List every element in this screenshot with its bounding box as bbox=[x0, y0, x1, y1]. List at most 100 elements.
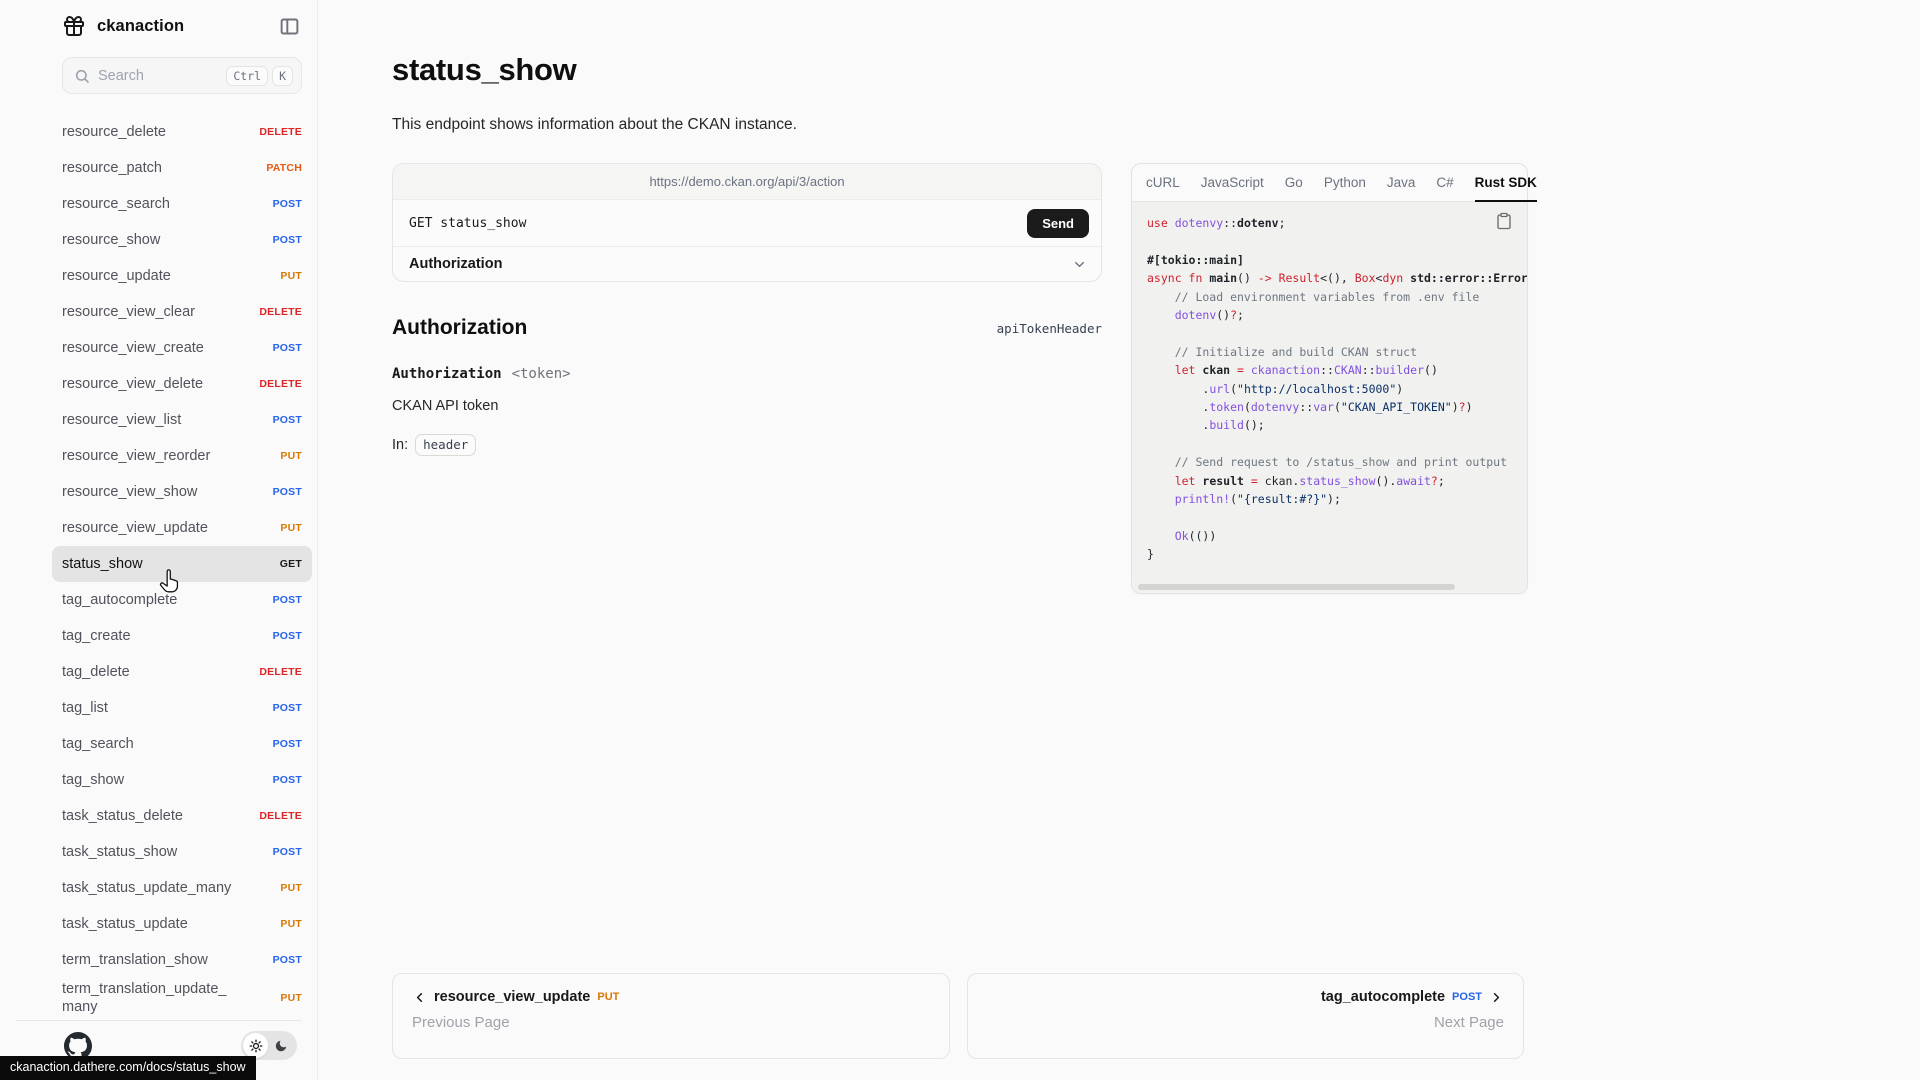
code-line: .token(dotenvy::var("CKAN_API_TOKEN")?) bbox=[1147, 398, 1527, 416]
method-badge: GET bbox=[280, 558, 302, 570]
tab-go[interactable]: Go bbox=[1285, 164, 1303, 201]
sidebar-item-tag_autocomplete[interactable]: tag_autocomplete POST bbox=[52, 582, 312, 618]
method-badge: POST bbox=[273, 342, 302, 354]
next-page-card[interactable]: tag_autocomplete POST Next Page bbox=[967, 973, 1524, 1059]
method-badge: POST bbox=[273, 198, 302, 210]
method-badge: DELETE bbox=[259, 666, 302, 678]
code-line: println!("{result:#?}"); bbox=[1147, 490, 1527, 508]
auth-in-row: In: header bbox=[392, 434, 476, 456]
previous-page-label: Previous Page bbox=[412, 1014, 930, 1031]
code-line: // Load environment variables from .env … bbox=[1147, 288, 1527, 306]
sidebar-item-resource_view_clear[interactable]: resource_view_clear DELETE bbox=[52, 294, 312, 330]
horizontal-scrollbar[interactable] bbox=[1138, 584, 1455, 590]
method-badge: POST bbox=[273, 774, 302, 786]
tab-python[interactable]: Python bbox=[1324, 164, 1366, 201]
sidebar-item-resource_patch[interactable]: resource_patch PATCH bbox=[52, 150, 312, 186]
method-badge: POST bbox=[273, 630, 302, 642]
authorization-heading: Authorization bbox=[392, 316, 527, 340]
method-badge: DELETE bbox=[259, 810, 302, 822]
sidebar-item-resource_view_delete[interactable]: resource_view_delete DELETE bbox=[52, 366, 312, 402]
chevron-right-icon bbox=[1489, 990, 1504, 1005]
page-description: This endpoint shows information about th… bbox=[392, 116, 797, 134]
request-row: GET status_show Send bbox=[393, 200, 1101, 247]
api-playground: https://demo.ckan.org/api/3/action GET s… bbox=[392, 163, 1102, 282]
sidebar-item-resource_view_update[interactable]: resource_view_update PUT bbox=[52, 510, 312, 546]
method-badge: POST bbox=[273, 594, 302, 606]
code-line: async fn main() -> Result<(), Box<dyn st… bbox=[1147, 269, 1527, 287]
sidebar-item-task_status_update[interactable]: task_status_update PUT bbox=[52, 906, 312, 942]
method-badge: PUT bbox=[597, 991, 619, 1003]
auth-in-pill: header bbox=[415, 434, 476, 456]
tab-rust-sdk[interactable]: Rust SDK bbox=[1475, 164, 1537, 201]
sidebar-item-tag_list[interactable]: tag_list POST bbox=[52, 690, 312, 726]
method-badge: PUT bbox=[280, 882, 302, 894]
sidebar: ckanaction Search CtrlK resource_delete … bbox=[0, 0, 318, 1080]
auth-description: CKAN API token bbox=[392, 398, 498, 414]
shortcut-key: K bbox=[272, 66, 293, 86]
method-badge: POST bbox=[273, 234, 302, 246]
search-placeholder: Search bbox=[98, 68, 218, 84]
sidebar-item-task_status_delete[interactable]: task_status_delete DELETE bbox=[52, 798, 312, 834]
tab-java[interactable]: Java bbox=[1387, 164, 1416, 201]
method-badge: POST bbox=[273, 738, 302, 750]
search-input[interactable]: Search CtrlK bbox=[62, 57, 302, 94]
search-shortcut: CtrlK bbox=[226, 67, 293, 85]
endpoint-list: resource_delete DELETE resource_patch PA… bbox=[62, 114, 302, 1018]
method-badge: PUT bbox=[280, 450, 302, 462]
code-line bbox=[1147, 324, 1527, 342]
search-icon bbox=[74, 68, 90, 84]
page-title: status_show bbox=[392, 52, 576, 88]
code-line: .url("http://localhost:5000") bbox=[1147, 380, 1527, 398]
sidebar-item-resource_view_create[interactable]: resource_view_create POST bbox=[52, 330, 312, 366]
sidebar-item-resource_search[interactable]: resource_search POST bbox=[52, 186, 312, 222]
method-badge: POST bbox=[273, 954, 302, 966]
sidebar-item-tag_show[interactable]: tag_show POST bbox=[52, 762, 312, 798]
sidebar-item-resource_view_list[interactable]: resource_view_list POST bbox=[52, 402, 312, 438]
sidebar-item-resource_view_show[interactable]: resource_view_show POST bbox=[52, 474, 312, 510]
send-button[interactable]: Send bbox=[1027, 209, 1089, 238]
code-block[interactable]: use dotenvy::dotenv; #[tokio::main]async… bbox=[1132, 202, 1527, 593]
sidebar-toggle-icon[interactable] bbox=[277, 14, 301, 38]
chevron-down-icon bbox=[1072, 257, 1087, 272]
brand[interactable]: ckanaction bbox=[62, 14, 184, 38]
tab-curl[interactable]: cURL bbox=[1146, 164, 1180, 201]
code-line bbox=[1147, 435, 1527, 453]
sidebar-item-term_translation_update_many[interactable]: term_translation_update_many PUT bbox=[52, 978, 312, 1018]
code-line: let result = ckan.status_show().await?; bbox=[1147, 472, 1527, 490]
sidebar-item-task_status_update_many[interactable]: task_status_update_many PUT bbox=[52, 870, 312, 906]
code-line: dotenv()?; bbox=[1147, 306, 1527, 324]
code-line: use dotenvy::dotenv; bbox=[1147, 214, 1527, 232]
method-badge: DELETE bbox=[259, 306, 302, 318]
code-line: } bbox=[1147, 545, 1527, 563]
auth-accordion[interactable]: Authorization bbox=[393, 247, 1101, 281]
method-badge: DELETE bbox=[259, 126, 302, 138]
sidebar-item-resource_view_reorder[interactable]: resource_view_reorder PUT bbox=[52, 438, 312, 474]
dark-mode-icon[interactable] bbox=[268, 1033, 293, 1058]
request-endpoint: GET status_show bbox=[409, 216, 526, 231]
code-line: let ckan = ckanaction::CKAN::builder() bbox=[1147, 361, 1527, 379]
tab-c-[interactable]: C# bbox=[1436, 164, 1453, 201]
gift-logo-icon bbox=[62, 14, 86, 38]
copy-code-icon[interactable] bbox=[1495, 212, 1515, 232]
light-mode-icon[interactable] bbox=[243, 1033, 268, 1058]
previous-page-card[interactable]: resource_view_update PUT Previous Page bbox=[392, 973, 950, 1059]
sidebar-item-tag_search[interactable]: tag_search POST bbox=[52, 726, 312, 762]
method-badge: PUT bbox=[280, 918, 302, 930]
method-badge: DELETE bbox=[259, 378, 302, 390]
language-tabs: cURLJavaScriptGoPythonJavaC#Rust SDK bbox=[1132, 164, 1527, 202]
base-url-bar: https://demo.ckan.org/api/3/action bbox=[393, 164, 1101, 200]
code-line: #[tokio::main] bbox=[1147, 251, 1527, 269]
sidebar-item-tag_create[interactable]: tag_create POST bbox=[52, 618, 312, 654]
code-line: // Initialize and build CKAN struct bbox=[1147, 343, 1527, 361]
chevron-left-icon bbox=[412, 990, 427, 1005]
sidebar-item-tag_delete[interactable]: tag_delete DELETE bbox=[52, 654, 312, 690]
sidebar-item-resource_show[interactable]: resource_show POST bbox=[52, 222, 312, 258]
sidebar-item-task_status_show[interactable]: task_status_show POST bbox=[52, 834, 312, 870]
sidebar-item-term_translation_show[interactable]: term_translation_show POST bbox=[52, 942, 312, 978]
sidebar-item-status_show[interactable]: status_show GET bbox=[52, 546, 312, 582]
tab-javascript[interactable]: JavaScript bbox=[1201, 164, 1264, 201]
sidebar-item-resource_update[interactable]: resource_update PUT bbox=[52, 258, 312, 294]
code-line: // Send request to /status_show and prin… bbox=[1147, 453, 1527, 471]
sidebar-item-resource_delete[interactable]: resource_delete DELETE bbox=[52, 114, 312, 150]
method-badge: POST bbox=[1452, 991, 1482, 1003]
